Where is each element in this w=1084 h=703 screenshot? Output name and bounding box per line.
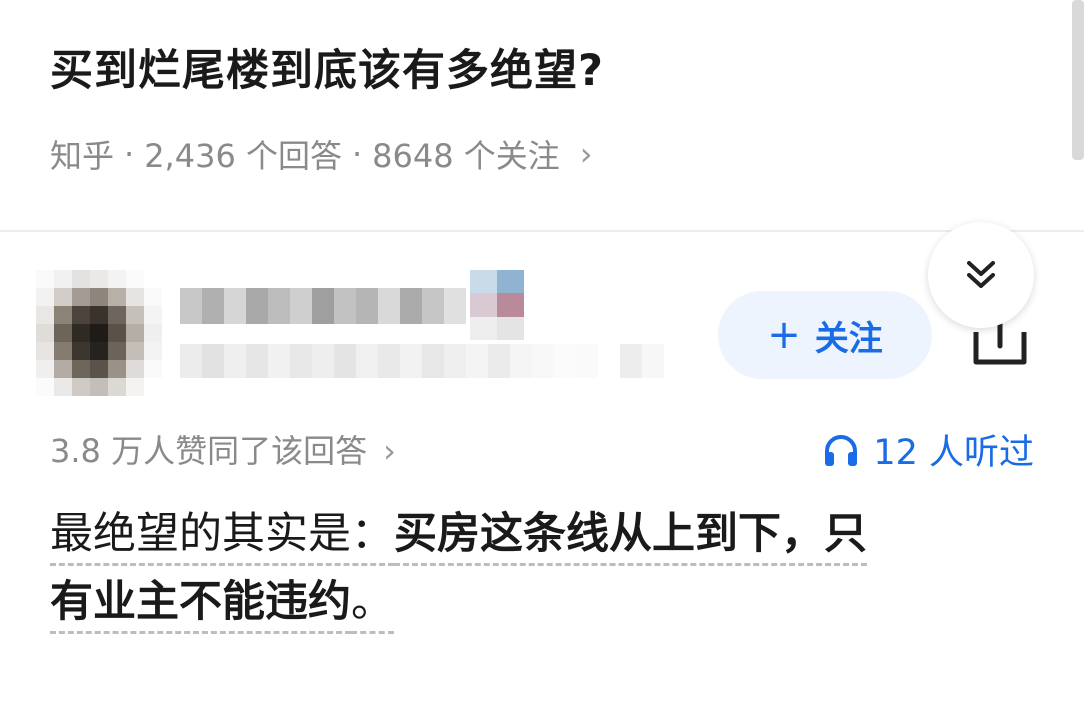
divider <box>0 230 1084 232</box>
answer-text-bold: 买房这条线从上到下，只 <box>394 509 867 566</box>
question-meta[interactable]: 知乎 · 2,436 个回答 · 8648 个关注 › <box>50 131 593 177</box>
follow-label: 关注 <box>814 318 883 359</box>
headphones-icon <box>825 434 858 466</box>
listen-button[interactable]: 12 人听过 <box>823 424 1034 475</box>
answer-text-plain: 最绝望的其实是： <box>50 509 394 566</box>
answers-count: 2,436 个回答 <box>144 137 342 175</box>
source-label: 知乎 <box>50 137 115 175</box>
author-name-blurred[interactable] <box>180 288 466 324</box>
upvotes-text: 3.8 万人赞同了该回答 <box>50 432 368 470</box>
meta-separator: · <box>351 135 363 173</box>
author-bio-blurred <box>180 344 664 378</box>
answer-line: 最绝望的其实是：买房这条线从上到下，只 <box>50 500 1040 568</box>
plus-icon: + <box>767 312 801 358</box>
answer-line: 有业主不能违约。 <box>50 568 1040 636</box>
avatar[interactable] <box>36 270 162 396</box>
meta-separator: · <box>124 135 135 173</box>
collapse-button[interactable] <box>928 222 1034 328</box>
author-badge-blurred <box>470 270 524 340</box>
answer-body[interactable]: 最绝望的其实是：买房这条线从上到下，只 有业主不能违约。 <box>50 500 1040 636</box>
listen-count: 12 人听过 <box>873 433 1034 473</box>
question-title[interactable]: 买到烂尾楼到底该有多绝望? <box>50 36 604 98</box>
chevron-right-icon: › <box>579 135 593 173</box>
follow-button[interactable]: + 关注 <box>718 291 932 379</box>
scrollbar[interactable] <box>1072 0 1084 160</box>
upvotes-info[interactable]: 3.8 万人赞同了该回答 › <box>50 426 396 472</box>
answer-text-plain: 。 <box>351 577 394 634</box>
chevron-right-icon: › <box>383 432 396 470</box>
answer-text-bold: 有业主不能违约 <box>50 577 351 634</box>
zhihu-answer-page: 买到烂尾楼到底该有多绝望? 知乎 · 2,436 个回答 · 8648 个关注 › + 关… <box>0 0 1084 703</box>
followers-count: 8648 个关注 <box>372 137 560 175</box>
double-chevron-down-icon <box>967 261 995 288</box>
